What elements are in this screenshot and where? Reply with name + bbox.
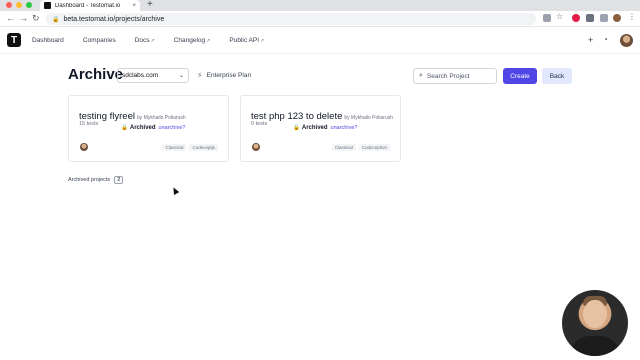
avatar	[252, 143, 260, 151]
plus-icon[interactable]: +	[588, 35, 593, 45]
browser-tab-bar: Dashboard - Testomat.io × +	[0, 0, 640, 11]
nav-docs[interactable]: Docs↗	[135, 37, 155, 44]
close-window-button[interactable]	[6, 2, 12, 8]
chevron-down-icon: ⌄	[178, 73, 184, 79]
tag-framework: Codeceptjs	[189, 144, 218, 151]
avatar[interactable]	[620, 34, 633, 47]
avatar	[80, 143, 88, 151]
bookmark-star-icon[interactable]: ☆	[556, 12, 564, 21]
search-box[interactable]: ⌕	[413, 68, 497, 84]
nav-dashboard[interactable]: Dashboard	[32, 37, 64, 44]
tab-close-icon[interactable]: ×	[132, 3, 136, 9]
archived-status: 🔒 Archived unarchive?	[121, 125, 185, 131]
project-card[interactable]: test php 123 to delete by Mykhailo Poliar…	[240, 95, 401, 162]
search-icon: ⌕	[419, 72, 423, 79]
testomat-logo[interactable]: T	[7, 33, 21, 47]
tag-classical: Classical	[162, 144, 187, 151]
nav-public-api[interactable]: Public API↗	[229, 37, 264, 44]
project-author: by Mykhailo Poliarush	[344, 115, 394, 121]
presenter-face	[584, 300, 606, 328]
archived-label: Archived	[129, 125, 156, 131]
share-icon[interactable]	[543, 14, 551, 22]
archived-projects-summary: Archived projects 2	[68, 176, 124, 184]
url-text: beta.testomat.io/projects/archive	[63, 15, 165, 23]
page-title: Archive	[68, 66, 124, 83]
tab-title: Dashboard - Testomat.io	[55, 2, 121, 9]
back-arrow-icon[interactable]: ←	[6, 13, 15, 23]
project-title-row: test php 123 to delete by Mykhailo Poliar…	[251, 106, 393, 124]
unarchive-link[interactable]: unarchive?	[159, 125, 186, 131]
nav-changelog[interactable]: Changelog↗	[174, 37, 211, 44]
nav-companies[interactable]: Companies	[83, 37, 116, 44]
sidebar-icon[interactable]	[600, 14, 608, 22]
app-header: T Dashboard Companies Docs↗ Changelog↗ P…	[0, 28, 640, 54]
archived-label: Archived	[301, 125, 328, 131]
plan-label: Enterprise Plan	[206, 72, 252, 79]
search-input[interactable]	[426, 72, 489, 80]
lock-icon: 🔒	[121, 125, 128, 131]
project-test-count: 15 tests	[79, 121, 99, 127]
minimize-window-button[interactable]	[16, 2, 22, 8]
extensions-puzzle-icon[interactable]	[586, 14, 594, 22]
browser-tab[interactable]: Dashboard - Testomat.io ×	[40, 0, 140, 11]
project-test-count: 0 tests	[251, 121, 268, 127]
testomat-favicon-icon	[44, 2, 51, 9]
external-link-icon: ↗	[260, 38, 265, 44]
mouse-cursor-icon	[170, 186, 180, 195]
extension-red-icon[interactable]	[572, 14, 580, 22]
browser-menu-icon[interactable]: ⋮	[628, 12, 636, 21]
webcam-overlay	[562, 290, 628, 356]
project-tags: Classical Codeception	[331, 144, 390, 151]
address-bar[interactable]: 🔒 beta.testomat.io/projects/archive	[46, 13, 536, 25]
archived-projects-count: 2	[114, 176, 124, 184]
archived-projects-label: Archived projects	[68, 177, 111, 183]
project-tags: Classical Codeceptjs	[162, 144, 218, 151]
create-button[interactable]: Create	[503, 68, 537, 84]
project-author: by Mykhailo Poliarush	[136, 115, 186, 121]
tag-classical: Classical	[331, 144, 356, 151]
maximize-window-button[interactable]	[26, 2, 32, 8]
company-select[interactable]: sdclabs.com ⌄	[117, 68, 189, 83]
main-nav: Dashboard Companies Docs↗ Changelog↗ Pub…	[32, 37, 264, 44]
new-tab-button[interactable]: +	[147, 0, 153, 10]
profile-avatar-icon[interactable]	[613, 14, 621, 22]
tag-framework: Codeception	[358, 144, 390, 151]
browser-toolbar: ← → ↻ 🔒 beta.testomat.io/projects/archiv…	[0, 11, 640, 27]
external-link-icon: ↗	[206, 38, 211, 44]
presenter-shirt	[570, 336, 620, 356]
lightning-icon: ⚡	[197, 71, 203, 80]
lock-icon: 🔒	[52, 16, 60, 23]
unarchive-link[interactable]: unarchive?	[331, 125, 358, 131]
external-link-icon: ↗	[150, 38, 155, 44]
reload-icon[interactable]: ↻	[32, 13, 40, 24]
forward-arrow-icon[interactable]: →	[19, 13, 28, 23]
lock-icon: 🔒	[293, 125, 300, 131]
project-card[interactable]: testing flyreel by Mykhailo Poliarush 15 …	[68, 95, 229, 162]
window-controls	[6, 2, 32, 8]
back-button[interactable]: Back	[542, 68, 572, 84]
feed-icon[interactable]: ◔	[603, 35, 608, 44]
plan-indicator: ⚡ Enterprise Plan	[197, 71, 251, 80]
company-select-value: sdclabs.com	[122, 72, 159, 79]
archived-status: 🔒 Archived unarchive?	[293, 125, 357, 131]
